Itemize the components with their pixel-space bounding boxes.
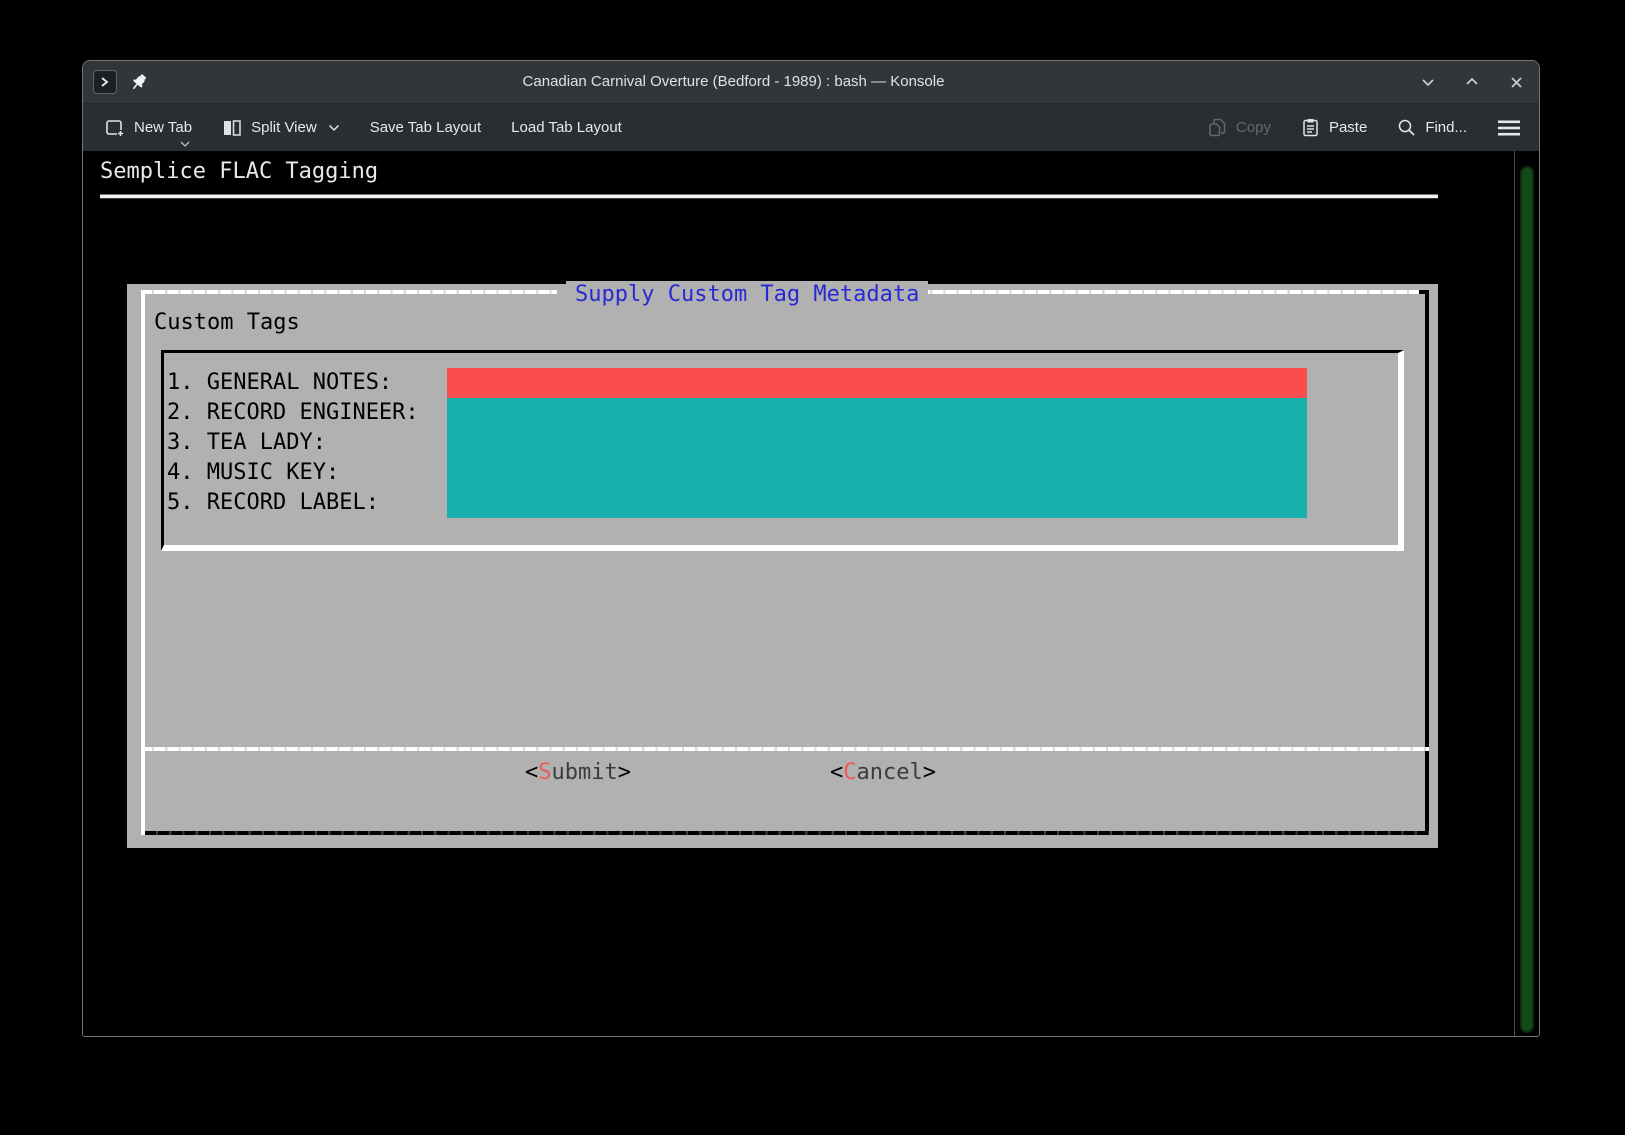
input-tea-lady[interactable] (447, 428, 1307, 458)
split-view-button[interactable]: Split View (222, 118, 340, 138)
bracket: < (525, 760, 538, 785)
menu-button[interactable] (1497, 119, 1521, 137)
bracket: > (618, 760, 631, 785)
form-row: 5. RECORD LABEL: (127, 488, 1438, 518)
bracket: > (923, 760, 936, 785)
chevron-down-icon (328, 124, 340, 132)
split-view-label: Split View (251, 119, 317, 136)
konsole-window: Canadian Carnival Overture (Bedford - 19… (82, 60, 1540, 1037)
scrollbar-track[interactable] (1514, 151, 1539, 1037)
field-name: MUSIC KEY: (207, 460, 339, 485)
chevron-down-icon (1420, 74, 1436, 90)
field-number: 4. (167, 460, 207, 485)
submit-button[interactable]: <Submit> (525, 758, 631, 788)
desktop-background: Canadian Carnival Overture (Bedford - 19… (0, 0, 1625, 1135)
load-tab-layout-label: Load Tab Layout (511, 119, 622, 136)
find-label: Find... (1425, 119, 1467, 136)
field-name: RECORD ENGINEER: (207, 400, 419, 425)
input-record-label[interactable] (447, 488, 1307, 518)
field-label: 3. TEA LADY: (167, 428, 326, 458)
new-tab-button[interactable]: New Tab (105, 118, 192, 138)
field-label: 1. GENERAL NOTES: (167, 368, 392, 398)
new-tab-label: New Tab (134, 119, 192, 136)
paste-label: Paste (1329, 119, 1367, 136)
form-row: 3. TEA LADY: (127, 428, 1438, 458)
bracket: < (830, 760, 843, 785)
find-button[interactable]: Find... (1397, 118, 1467, 137)
section-label: Custom Tags (154, 308, 300, 338)
field-name: RECORD LABEL: (207, 490, 379, 515)
copy-label: Copy (1236, 119, 1271, 136)
chevron-down-icon (180, 141, 190, 147)
copy-button[interactable]: Copy (1208, 118, 1271, 137)
form-row: 2. RECORD ENGINEER: (127, 398, 1438, 428)
field-number: 5. (167, 490, 207, 515)
field-number: 3. (167, 430, 207, 455)
paste-icon (1301, 118, 1320, 137)
copy-icon (1208, 118, 1227, 137)
minimize-button[interactable] (1419, 73, 1437, 91)
split-view-icon (222, 118, 242, 138)
field-number: 1. (167, 370, 207, 395)
close-icon (1509, 75, 1524, 90)
field-name: TEA LADY: (207, 430, 326, 455)
save-tab-layout-label: Save Tab Layout (370, 119, 481, 136)
field-label: 4. MUSIC KEY: (167, 458, 339, 488)
paste-button[interactable]: Paste (1301, 118, 1367, 137)
close-button[interactable] (1507, 73, 1525, 91)
new-tab-icon (105, 118, 125, 138)
input-music-key[interactable] (447, 458, 1307, 488)
cancel-hotkey: C (843, 760, 856, 785)
button-separator (141, 747, 1429, 751)
hamburger-icon (1497, 119, 1521, 137)
maximize-button[interactable] (1463, 73, 1481, 91)
search-icon (1397, 118, 1416, 137)
dialog-border-top-left (141, 290, 557, 294)
window-title: Canadian Carnival Overture (Bedford - 19… (83, 61, 1384, 103)
submit-hotkey: S (538, 760, 551, 785)
dialog-border-top-right (919, 290, 1423, 294)
terminal-heading-underline: ━━━━━━━━━━━━━━━━━━━━━━━━━━━━━━━━━━━━━━━━… (100, 183, 1445, 213)
scrollbar-handle[interactable] (1520, 166, 1534, 1033)
save-tab-layout-button[interactable]: Save Tab Layout (370, 119, 481, 136)
dialog-title: Supply Custom Tag Metadata (566, 281, 928, 309)
load-tab-layout-button[interactable]: Load Tab Layout (511, 119, 622, 136)
form-row: 1. GENERAL NOTES: (127, 368, 1438, 398)
toolbar: New Tab Split View Save Ta (83, 103, 1539, 151)
custom-tag-dialog: Supply Custom Tag Metadata Custom Tags 1… (127, 284, 1438, 848)
cancel-button[interactable]: <Cancel> (830, 758, 936, 788)
dialog-border-bottom (145, 831, 1429, 835)
chevron-up-icon (1464, 74, 1480, 90)
terminal-area[interactable]: Semplice FLAC Tagging ━━━━━━━━━━━━━━━━━━… (83, 151, 1516, 1037)
input-general-notes[interactable] (447, 368, 1307, 398)
submit-label: ubmit (552, 760, 618, 785)
form-row: 4. MUSIC KEY: (127, 458, 1438, 488)
field-name: GENERAL NOTES: (207, 370, 392, 395)
titlebar[interactable]: Canadian Carnival Overture (Bedford - 19… (83, 61, 1539, 103)
cancel-label: ancel (857, 760, 923, 785)
input-record-engineer[interactable] (447, 398, 1307, 428)
field-number: 2. (167, 400, 207, 425)
field-label: 2. RECORD ENGINEER: (167, 398, 419, 428)
field-label: 5. RECORD LABEL: (167, 488, 379, 518)
